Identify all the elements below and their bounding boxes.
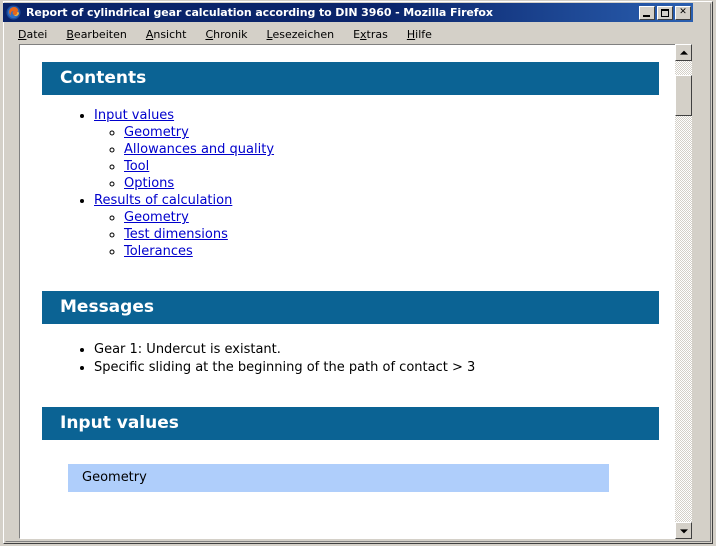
section-heading-contents: Contents: [42, 62, 659, 95]
maximize-icon: [661, 8, 669, 17]
toc-link-tool[interactable]: Tool: [124, 159, 149, 174]
window-title: Report of cylindrical gear calculation a…: [26, 6, 493, 19]
minimize-icon: [643, 14, 650, 17]
close-icon: ✕: [679, 7, 687, 17]
menu-item-extras[interactable]: Extras: [353, 28, 388, 41]
menu-item-bearbeiten[interactable]: Bearbeiten: [66, 28, 126, 41]
scroll-up-button[interactable]: [675, 44, 692, 61]
menu-item-ansicht[interactable]: Ansicht: [146, 28, 187, 41]
menu-item-datei[interactable]: Datei: [18, 28, 47, 41]
menu-item-hilfe[interactable]: Hilfe: [407, 28, 432, 41]
toc-group-input-values: Input values Geometry Allowances and qua…: [94, 107, 676, 192]
list-item: Geometry: [124, 124, 676, 141]
list-item: Tool: [124, 158, 676, 175]
toc-link-allowances-and-quality[interactable]: Allowances and quality: [124, 142, 274, 157]
chevron-down-icon: [679, 528, 688, 533]
list-item: Allowances and quality: [124, 141, 676, 158]
browser-content-area: Contents Input values Geometry Allowance…: [19, 44, 694, 539]
vertical-scrollbar[interactable]: [675, 44, 694, 539]
menu-bar: Datei Bearbeiten Ansicht Chronik Lesezei…: [5, 25, 691, 43]
list-item: Options: [124, 175, 676, 192]
toc-link-options[interactable]: Options: [124, 176, 174, 191]
list-item: Tolerances: [124, 243, 676, 260]
list-item: Gear 1: Undercut is existant.: [94, 341, 676, 359]
maximize-button[interactable]: [657, 5, 673, 20]
scrollbar-thumb[interactable]: [675, 75, 692, 116]
toc-link-results-of-calculation[interactable]: Results of calculation: [94, 193, 232, 208]
window-controls: ✕: [639, 5, 691, 20]
report-document: Contents Input values Geometry Allowance…: [20, 45, 676, 538]
section-heading-input-values: Input values: [42, 407, 659, 440]
chevron-up-icon: [679, 50, 688, 55]
toc-link-tolerances[interactable]: Tolerances: [124, 244, 193, 259]
section-heading-messages: Messages: [42, 291, 659, 324]
close-button[interactable]: ✕: [675, 5, 691, 20]
toc-link-test-dimensions[interactable]: Test dimensions: [124, 227, 228, 242]
toc-link-input-values[interactable]: Input values: [94, 108, 174, 123]
list-item: Specific sliding at the beginning of the…: [94, 359, 676, 377]
menu-item-chronik[interactable]: Chronik: [205, 28, 247, 41]
toc-group-results-of-calculation: Results of calculation Geometry Test dim…: [94, 192, 676, 260]
menu-item-lesezeichen[interactable]: Lesezeichen: [267, 28, 335, 41]
list-item: Test dimensions: [124, 226, 676, 243]
toc-link-results-geometry[interactable]: Geometry: [124, 210, 189, 225]
list-item: Geometry: [124, 209, 676, 226]
firefox-icon: [6, 5, 21, 20]
messages-list: Gear 1: Undercut is existant. Specific s…: [20, 341, 676, 377]
subsection-heading-geometry: Geometry: [68, 464, 609, 492]
title-bar[interactable]: Report of cylindrical gear calculation a…: [3, 3, 693, 22]
table-of-contents: Input values Geometry Allowances and qua…: [20, 107, 676, 260]
toc-link-geometry[interactable]: Geometry: [124, 125, 189, 140]
minimize-button[interactable]: [639, 5, 655, 20]
scrollbar-track[interactable]: [675, 61, 692, 522]
application-window: Report of cylindrical gear calculation a…: [0, 0, 716, 546]
scroll-down-button[interactable]: [675, 522, 692, 539]
toc-sublist-results: Geometry Test dimensions Tolerances: [94, 209, 676, 260]
toc-sublist-input-values: Geometry Allowances and quality Tool Opt…: [94, 124, 676, 192]
